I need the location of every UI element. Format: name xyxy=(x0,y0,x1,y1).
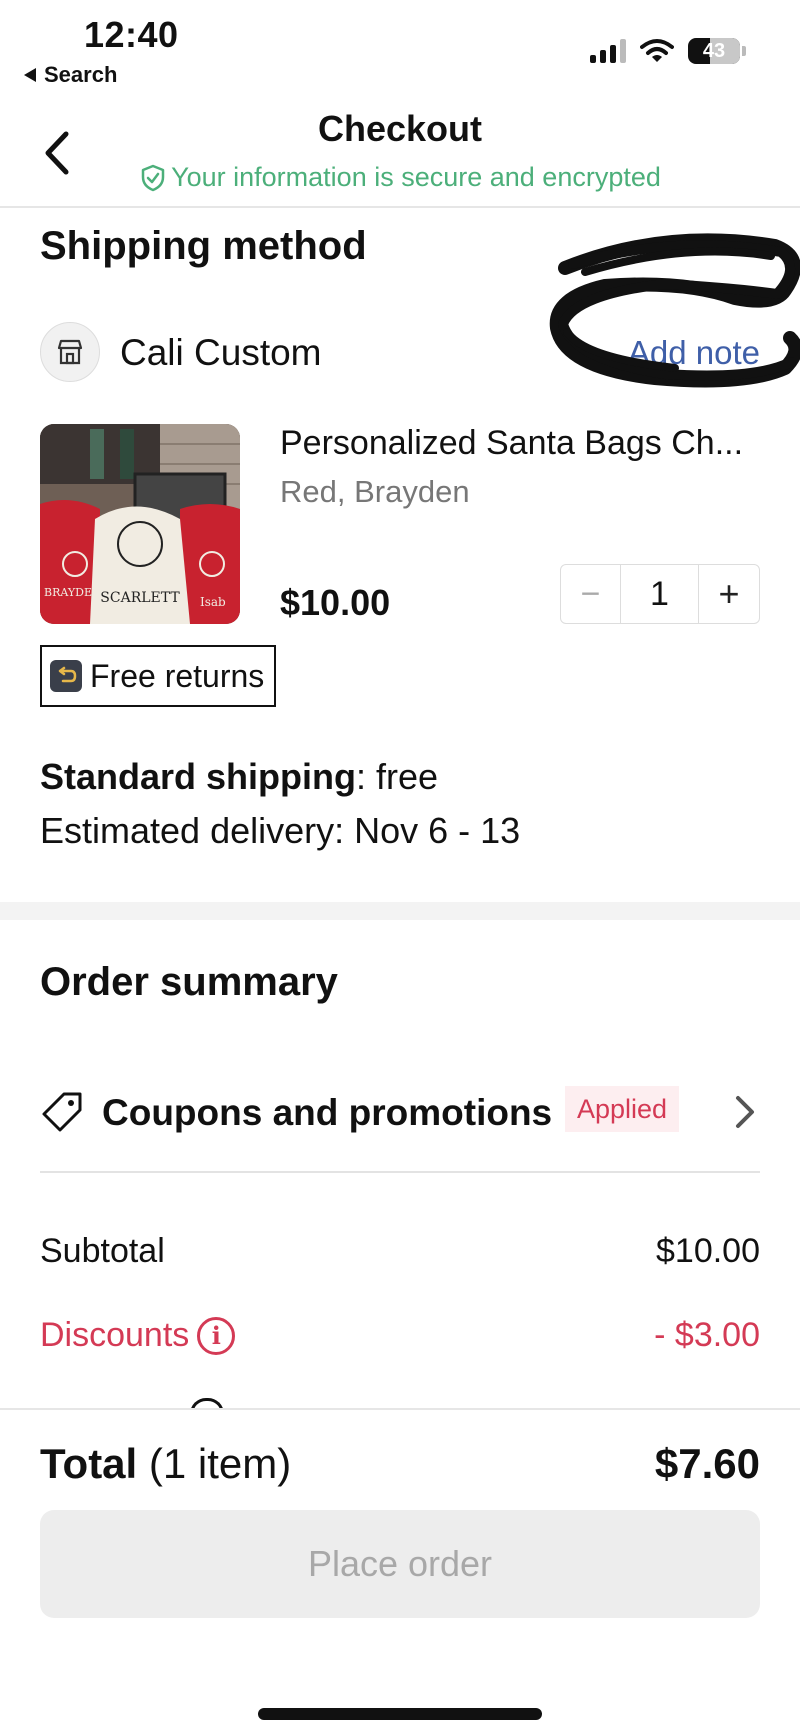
quantity-stepper: − 1 + xyxy=(560,564,760,624)
subtotal-row: Subtotal $10.00 xyxy=(40,1232,760,1276)
coupons-label: Coupons and promotions xyxy=(102,1092,553,1133)
svg-text:Isab: Isab xyxy=(200,595,226,609)
discounts-label: Discounts xyxy=(40,1316,190,1354)
product-name[interactable]: Personalized Santa Bags Ch... xyxy=(280,424,743,463)
order-summary-title: Order summary xyxy=(40,960,338,1004)
shield-check-icon xyxy=(141,164,165,191)
home-indicator[interactable] xyxy=(258,1708,542,1720)
shipping-cost: : free xyxy=(356,756,439,797)
discounts-row: Discounts i - $3.00 xyxy=(40,1316,760,1360)
cellular-signal-icon xyxy=(590,39,626,63)
store-icon xyxy=(40,322,100,382)
estimated-delivery: Estimated delivery: Nov 6 - 13 xyxy=(40,810,521,851)
subtotal-label: Subtotal xyxy=(40,1232,165,1270)
status-time: 12:40 xyxy=(84,14,179,55)
product-image[interactable]: SCARLETT BRAYDE Isab xyxy=(40,424,240,624)
shipping-method-title: Shipping method xyxy=(40,224,367,268)
section-separator xyxy=(0,902,800,920)
total-label: Total xyxy=(40,1440,138,1487)
status-indicators: 43 xyxy=(590,38,746,64)
total-label-group: Total (1 item) xyxy=(40,1440,291,1488)
discounts-label-group: Discounts i xyxy=(40,1316,236,1355)
tag-icon xyxy=(42,1092,82,1132)
back-to-search-label: Search xyxy=(44,62,118,87)
checkout-footer: Total (1 item) $7.60 Place order xyxy=(0,1408,800,1732)
info-icon[interactable]: i xyxy=(197,1316,236,1355)
wifi-icon xyxy=(640,39,674,62)
shipping-option-label: Standard shipping xyxy=(40,756,357,797)
summary-divider xyxy=(40,1171,760,1173)
total-row: Total (1 item) $7.60 xyxy=(40,1440,760,1500)
discounts-value: - $3.00 xyxy=(654,1316,760,1354)
back-to-search[interactable]: Search xyxy=(24,62,117,88)
increase-quantity-button[interactable]: + xyxy=(699,565,759,623)
add-note-link[interactable]: Add note xyxy=(628,334,760,372)
applied-badge: Applied xyxy=(565,1086,680,1132)
return-arrow-icon xyxy=(50,660,82,692)
chevron-right-icon xyxy=(736,1096,754,1128)
total-value: $7.60 xyxy=(654,1440,760,1487)
battery-icon: 43 xyxy=(688,38,746,64)
svg-text:SCARLETT: SCARLETT xyxy=(100,590,180,606)
product-price: $10.00 xyxy=(280,582,391,623)
secure-notice: Your information is secure and encrypted xyxy=(0,162,800,193)
quantity-value: 1 xyxy=(621,565,699,623)
page-title: Checkout xyxy=(317,108,483,149)
free-returns-badge: Free returns xyxy=(40,645,277,707)
store-row: Cali Custom Add note xyxy=(40,322,760,384)
total-item-count: (1 item) xyxy=(137,1440,292,1487)
decrease-quantity-button[interactable]: − xyxy=(561,565,621,623)
shipping-option: Standard shipping: free xyxy=(40,756,438,798)
free-returns-label: Free returns xyxy=(90,657,265,694)
battery-percentage: 43 xyxy=(702,39,726,62)
coupons-and-promotions-row[interactable]: Coupons and promotions Applied xyxy=(40,1082,760,1142)
header-divider xyxy=(0,206,800,208)
place-order-button[interactable]: Place order xyxy=(40,1510,760,1618)
product-variant: Red, Brayden xyxy=(280,474,470,509)
secure-text: Your information is secure and encrypted xyxy=(171,162,661,192)
store-name[interactable]: Cali Custom xyxy=(120,332,322,374)
svg-text:BRAYDE: BRAYDE xyxy=(44,586,92,599)
back-triangle-icon xyxy=(24,68,36,82)
subtotal-value: $10.00 xyxy=(656,1232,760,1270)
